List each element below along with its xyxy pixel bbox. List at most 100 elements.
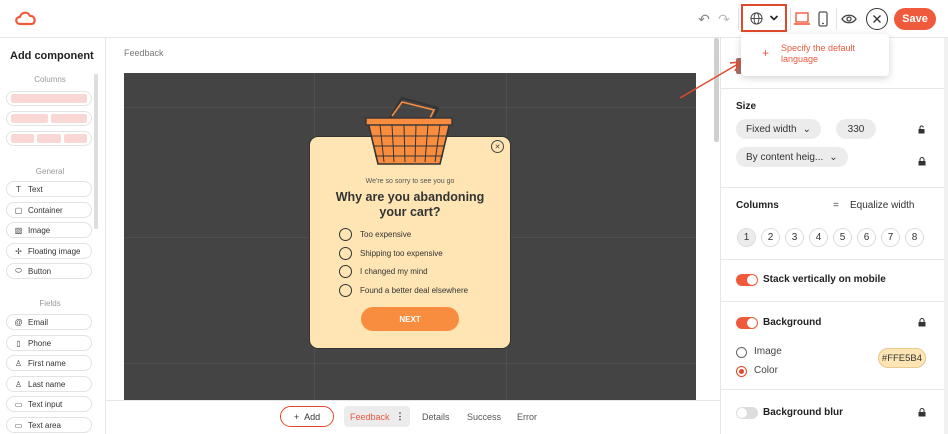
popup-close-button[interactable]: ✕: [491, 140, 504, 153]
three-column-layout[interactable]: [6, 131, 92, 146]
background-blur-toggle[interactable]: [736, 407, 758, 419]
radio-icon: [339, 228, 352, 241]
person-icon: ♙: [14, 358, 23, 368]
field-text-input[interactable]: ▭ Text input: [6, 396, 92, 412]
person-icon: ♙: [14, 379, 23, 389]
column-count-option[interactable]: 2: [761, 228, 780, 247]
background-toggle[interactable]: [736, 317, 758, 329]
bg-image-radio[interactable]: [736, 347, 747, 358]
chevron-down-icon: ⌄: [802, 123, 811, 135]
column-count-option[interactable]: 7: [881, 228, 900, 247]
text-icon: T: [16, 184, 21, 194]
column-count-option[interactable]: 4: [809, 228, 828, 247]
divider: [720, 259, 948, 260]
general-section-label: General: [35, 167, 65, 176]
close-editor-button[interactable]: [866, 8, 888, 30]
chevron-down-icon: [769, 15, 778, 21]
save-button[interactable]: Save: [894, 8, 936, 30]
canvas-gridline: [124, 363, 696, 364]
close-icon: [873, 15, 881, 23]
equalize-icon[interactable]: =: [833, 200, 839, 211]
column-count-option[interactable]: 1: [737, 228, 756, 247]
add-component-panel: Add component Columns General T Text ▢ Con…: [0, 38, 106, 434]
button-icon: ⬭: [15, 266, 22, 275]
panel-scrollbar[interactable]: [94, 74, 98, 229]
columns-section-label: Columns: [34, 75, 66, 84]
tab-success[interactable]: Success: [467, 406, 501, 427]
popup-next-button[interactable]: NEXT: [361, 307, 459, 331]
column-count-option[interactable]: 5: [833, 228, 852, 247]
tab-error[interactable]: Error: [517, 406, 537, 427]
lock-icon[interactable]: [918, 157, 926, 166]
phone-icon[interactable]: [817, 11, 829, 27]
redo-icon[interactable]: ↷: [714, 9, 734, 29]
text-input-icon: ▭: [14, 399, 23, 409]
fields-section-label: Fields: [39, 299, 61, 308]
stack-vertically-toggle[interactable]: [736, 274, 758, 286]
field-last-name[interactable]: ♙ Last name: [6, 376, 92, 392]
toolbar-divider: [836, 8, 837, 30]
language-popover: + Specify the default language: [741, 34, 889, 76]
lock-icon[interactable]: [918, 318, 926, 327]
page-breadcrumb: Feedback: [124, 48, 164, 58]
lock-icon[interactable]: [918, 408, 926, 417]
text-area-icon: ▭: [14, 420, 23, 430]
add-step-button[interactable]: + Add: [280, 406, 334, 427]
panel-title: Add component: [10, 50, 94, 62]
component-button[interactable]: ⬭ Button: [6, 263, 92, 279]
popup-heading: Why are you abandoning your cart?: [335, 190, 485, 219]
shopping-basket-icon: [365, 96, 453, 165]
properties-scrollbar[interactable]: [944, 38, 948, 434]
width-value-input[interactable]: 330: [836, 119, 876, 139]
column-count-option[interactable]: 6: [857, 228, 876, 247]
bg-color-radio[interactable]: [736, 366, 747, 377]
popup-subtitle: We're so sorry to see you go: [365, 178, 455, 185]
field-first-name[interactable]: ♙ First name: [6, 355, 92, 371]
annotation-arrow-icon: [679, 61, 742, 99]
language-selector-button[interactable]: [741, 4, 787, 32]
component-container[interactable]: ▢ Container: [6, 202, 92, 218]
two-column-layout[interactable]: [6, 111, 92, 126]
height-mode-select[interactable]: By content heig... ⌄: [736, 147, 848, 167]
unlocked-icon[interactable]: [918, 125, 926, 134]
specify-default-language-link[interactable]: Specify the default language: [781, 43, 881, 65]
component-text[interactable]: T Text: [6, 181, 92, 197]
undo-icon[interactable]: ↶: [694, 9, 714, 29]
column-count-option[interactable]: 3: [785, 228, 804, 247]
globe-icon: [749, 11, 763, 25]
columns-label: Columns: [736, 200, 779, 211]
radio-icon: [339, 265, 352, 278]
field-email[interactable]: @ Email: [6, 314, 92, 330]
popup-option[interactable]: Too expensive: [339, 228, 411, 241]
laptop-icon[interactable]: [793, 11, 811, 27]
one-column-layout[interactable]: [6, 91, 92, 106]
component-image[interactable]: ▧ Image: [6, 222, 92, 238]
background-label: Background: [763, 317, 822, 328]
divider: [720, 301, 948, 302]
popup-option[interactable]: I changed my mind: [339, 265, 428, 278]
stack-vertically-label: Stack vertically on mobile: [763, 274, 886, 285]
field-text-area[interactable]: ▭ Text area: [6, 417, 92, 433]
eye-icon[interactable]: [841, 13, 857, 25]
top-toolbar: ↶ ↷ Save: [0, 0, 948, 38]
add-language-icon[interactable]: +: [762, 46, 769, 60]
plus-icon: +: [293, 411, 300, 422]
width-mode-select[interactable]: Fixed width ⌄: [736, 119, 821, 139]
chevron-down-icon: ⌄: [829, 151, 838, 163]
component-floating-image[interactable]: ✢ Floating image: [6, 243, 92, 259]
column-count-option[interactable]: 8: [905, 228, 924, 247]
popup-option[interactable]: Shipping too expensive: [339, 247, 443, 260]
size-label: Size: [736, 101, 757, 112]
popup-option[interactable]: Found a better deal elsewhere: [339, 284, 468, 297]
field-phone[interactable]: ▯ Phone: [6, 335, 92, 351]
tab-feedback[interactable]: Feedback ⋮: [344, 406, 410, 427]
phone-icon: ▯: [16, 338, 21, 348]
more-options-icon[interactable]: ⋮: [396, 411, 405, 422]
floating-image-icon: ✢: [15, 246, 22, 256]
equalize-width-button[interactable]: Equalize width: [850, 200, 914, 211]
cloud-logo-icon[interactable]: [14, 8, 38, 28]
background-blur-label: Background blur: [763, 407, 844, 418]
bg-color-swatch[interactable]: #FFE5B4: [878, 348, 926, 368]
tab-details[interactable]: Details: [422, 406, 450, 427]
toolbar-divider: [790, 8, 791, 30]
